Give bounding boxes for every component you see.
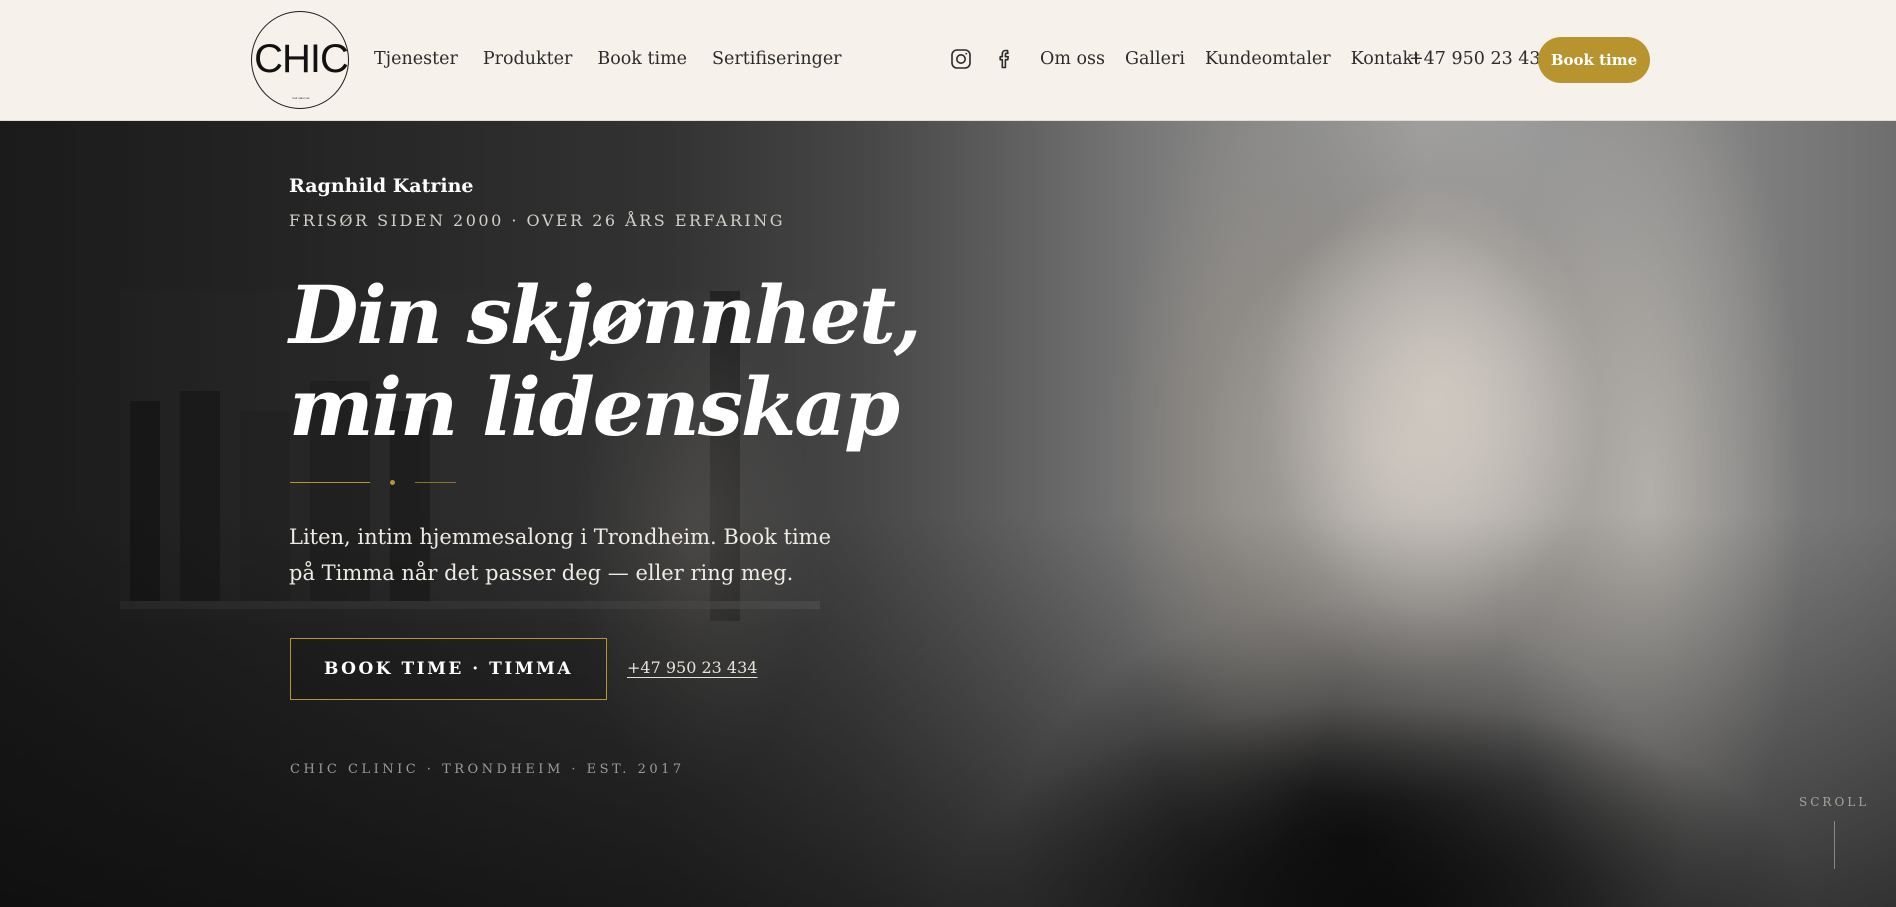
header-phone-link[interactable]: +47 950 23 434 [1409,49,1552,69]
logo-subtext: hair salon as [292,96,310,100]
hero-section: Ragnhild Katrine FRISØR SIDEN 2000 · OVE… [0,121,1896,907]
nav-link-tjenester[interactable]: Tjenester [374,49,458,69]
book-time-timma-button[interactable]: BOOK TIME · TIMMA [290,638,607,700]
secondary-nav: Om oss Galleri Kundeomtaler Kontakt [1040,49,1420,69]
headline-line-2: min lidenskap [289,360,900,454]
logo-text: CHIC [254,37,349,81]
nav-link-produkter[interactable]: Produkter [483,49,573,69]
divider-line-left [290,482,370,483]
headline-line-1: Din skjønnhet, [289,268,922,362]
instagram-icon[interactable] [949,47,973,71]
hero-phone-link[interactable]: +47 950 23 434 [627,658,757,677]
facebook-icon[interactable] [993,47,1017,71]
site-header: CHIC hair salon as Tjenester Produkter B… [0,0,1896,121]
divider-line-right [415,482,456,483]
hero-description: Liten, intim hjemmesalong i Trondheim. B… [289,525,832,585]
hero-gradient-overlay [0,121,1896,907]
nav-link-sertifiseringer[interactable]: Sertifiseringer [712,49,842,69]
nav-link-om-oss[interactable]: Om oss [1040,49,1105,69]
scroll-indicator-line [1834,821,1835,869]
hero-footer-line: CHIC CLINIC · TRONDHEIM · EST. 2017 [290,762,685,777]
gold-divider [290,479,456,487]
nav-link-book-time[interactable]: Book time [597,49,687,69]
primary-nav: Tjenester Produkter Book time Sertifiser… [374,49,842,69]
nav-link-galleri[interactable]: Galleri [1125,49,1185,69]
hero-tagline: FRISØR SIDEN 2000 · OVER 26 ÅRS ERFARING [289,211,785,230]
divider-dot [390,480,395,485]
hero-name: Ragnhild Katrine [289,175,474,197]
hero-headline: Din skjønnhet, min lidenskap [289,268,922,454]
header-book-button[interactable]: Book time [1538,37,1650,83]
scroll-indicator-label[interactable]: SCROLL [1799,795,1869,809]
nav-link-kundeomtaler[interactable]: Kundeomtaler [1205,49,1331,69]
chic-logo[interactable]: CHIC hair salon as [251,11,349,109]
